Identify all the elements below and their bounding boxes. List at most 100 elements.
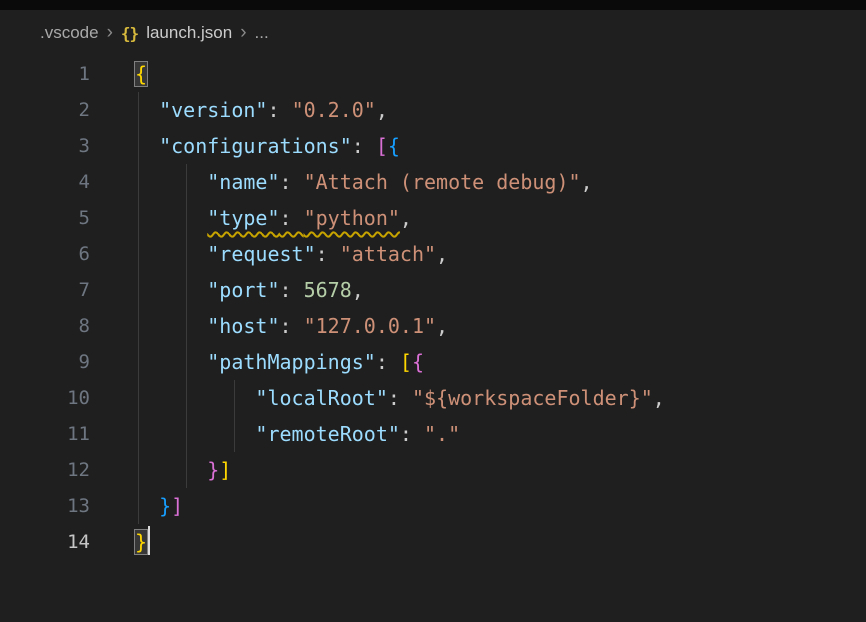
code-token: { xyxy=(412,350,424,374)
chevron-right-icon: › xyxy=(240,23,246,42)
line-number[interactable]: 2 xyxy=(0,92,90,128)
code-line[interactable]: 14} xyxy=(0,524,866,560)
code-line-content[interactable]: "configurations": [{ xyxy=(90,128,866,164)
code-line[interactable]: 12 }] xyxy=(0,452,866,488)
code-tokens: "type": "python", xyxy=(135,206,412,230)
code-token xyxy=(135,350,207,374)
code-line[interactable]: 6 "request": "attach", xyxy=(0,236,866,272)
code-token: : xyxy=(267,98,291,122)
code-tokens: "pathMappings": [{ xyxy=(135,350,424,374)
code-token: ] xyxy=(171,494,183,518)
code-line[interactable]: 13 }] xyxy=(0,488,866,524)
code-token: "python" xyxy=(304,206,400,230)
code-token: } xyxy=(159,494,171,518)
code-line[interactable]: 1{ xyxy=(0,56,866,92)
code-line-content[interactable]: "type": "python", xyxy=(90,200,866,236)
code-line[interactable]: 11 "remoteRoot": "." xyxy=(0,416,866,452)
line-number[interactable]: 14 xyxy=(0,524,90,560)
code-token xyxy=(135,242,207,266)
code-token: "attach" xyxy=(340,242,436,266)
code-token xyxy=(135,314,207,338)
code-token: , xyxy=(653,386,665,410)
code-line-content[interactable]: "pathMappings": [{ xyxy=(90,344,866,380)
code-token xyxy=(135,98,159,122)
code-token: "port" xyxy=(207,278,279,302)
code-token: : xyxy=(316,242,340,266)
code-token: : xyxy=(400,422,424,446)
line-number[interactable]: 10 xyxy=(0,380,90,416)
code-line[interactable]: 8 "host": "127.0.0.1", xyxy=(0,308,866,344)
code-token: [ xyxy=(400,350,412,374)
code-token: : xyxy=(388,386,412,410)
code-line[interactable]: 7 "port": 5678, xyxy=(0,272,866,308)
code-line[interactable]: 2 "version": "0.2.0", xyxy=(0,92,866,128)
code-token: ] xyxy=(219,458,231,482)
code-token xyxy=(135,134,159,158)
code-line[interactable]: 9 "pathMappings": [{ xyxy=(0,344,866,380)
code-tokens: } xyxy=(135,530,150,554)
chevron-right-icon: › xyxy=(107,23,113,42)
code-token: : xyxy=(280,278,304,302)
code-tokens: "remoteRoot": "." xyxy=(135,422,460,446)
breadcrumb-symbol[interactable]: ... xyxy=(255,23,269,43)
code-line-content[interactable]: { xyxy=(90,56,866,92)
code-line-content[interactable]: "version": "0.2.0", xyxy=(90,92,866,128)
code-token: : xyxy=(376,350,400,374)
code-token: : xyxy=(280,314,304,338)
code-line[interactable]: 10 "localRoot": "${workspaceFolder}", xyxy=(0,380,866,416)
code-line[interactable]: 3 "configurations": [{ xyxy=(0,128,866,164)
code-line-content[interactable]: }] xyxy=(90,452,866,488)
code-line-content[interactable]: "localRoot": "${workspaceFolder}", xyxy=(90,380,866,416)
code-line-content[interactable]: }] xyxy=(90,488,866,524)
code-token: "type" xyxy=(207,206,279,230)
code-token xyxy=(135,458,207,482)
line-number[interactable]: 13 xyxy=(0,488,90,524)
code-token: 5678 xyxy=(304,278,352,302)
line-number[interactable]: 1 xyxy=(0,56,90,92)
code-line-content[interactable]: "name": "Attach (remote debug)", xyxy=(90,164,866,200)
code-line-content[interactable]: "port": 5678, xyxy=(90,272,866,308)
code-token: "0.2.0" xyxy=(292,98,376,122)
code-line[interactable]: 4 "name": "Attach (remote debug)", xyxy=(0,164,866,200)
code-tokens: "name": "Attach (remote debug)", xyxy=(135,170,593,194)
code-line-content[interactable]: "remoteRoot": "." xyxy=(90,416,866,452)
json-braces-icon: {} xyxy=(121,24,138,43)
code-token: { xyxy=(135,62,147,86)
code-token xyxy=(135,206,207,230)
code-tokens: "port": 5678, xyxy=(135,278,364,302)
code-token: "remoteRoot" xyxy=(255,422,400,446)
code-token: : xyxy=(280,170,304,194)
line-number[interactable]: 7 xyxy=(0,272,90,308)
code-tokens: "localRoot": "${workspaceFolder}", xyxy=(135,386,665,410)
line-number[interactable]: 11 xyxy=(0,416,90,452)
code-token: : xyxy=(352,134,376,158)
breadcrumb-file[interactable]: launch.json xyxy=(146,23,232,43)
code-token: "localRoot" xyxy=(255,386,387,410)
code-line-content[interactable]: } xyxy=(90,524,866,560)
code-line-content[interactable]: "host": "127.0.0.1", xyxy=(90,308,866,344)
line-number[interactable]: 3 xyxy=(0,128,90,164)
code-token: "pathMappings" xyxy=(207,350,376,374)
code-token: "Attach (remote debug)" xyxy=(304,170,581,194)
line-number[interactable]: 5 xyxy=(0,200,90,236)
code-tokens: "host": "127.0.0.1", xyxy=(135,314,448,338)
breadcrumb-folder[interactable]: .vscode xyxy=(40,23,99,43)
code-tokens: "version": "0.2.0", xyxy=(135,98,388,122)
code-line[interactable]: 5 "type": "python", xyxy=(0,200,866,236)
code-tokens: "configurations": [{ xyxy=(135,134,400,158)
line-number[interactable]: 6 xyxy=(0,236,90,272)
code-token: , xyxy=(376,98,388,122)
code-token: "version" xyxy=(159,98,267,122)
code-tokens: { xyxy=(135,62,147,86)
code-token: : xyxy=(280,206,304,230)
code-token xyxy=(135,494,159,518)
line-number[interactable]: 4 xyxy=(0,164,90,200)
code-token: "${workspaceFolder}" xyxy=(412,386,653,410)
line-number[interactable]: 8 xyxy=(0,308,90,344)
code-editor[interactable]: 1{2 "version": "0.2.0",3 "configurations… xyxy=(0,56,866,560)
line-number[interactable]: 9 xyxy=(0,344,90,380)
code-tokens: }] xyxy=(135,458,231,482)
code-token: , xyxy=(352,278,364,302)
line-number[interactable]: 12 xyxy=(0,452,90,488)
code-line-content[interactable]: "request": "attach", xyxy=(90,236,866,272)
